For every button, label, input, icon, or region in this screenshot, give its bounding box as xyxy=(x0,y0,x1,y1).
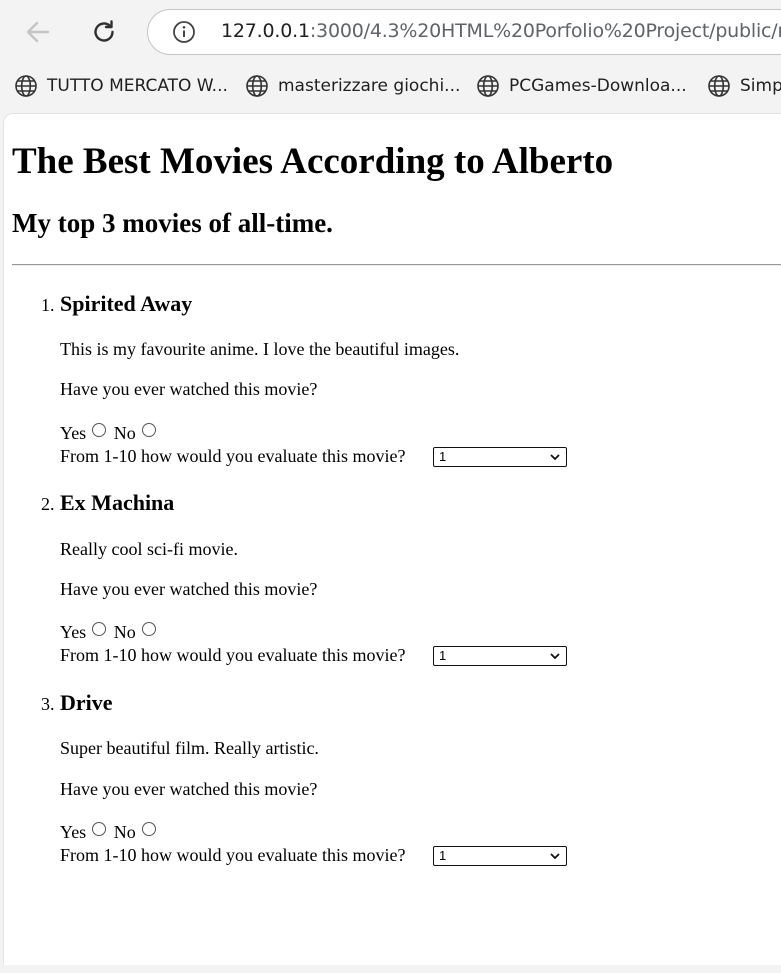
info-icon xyxy=(173,21,195,43)
watched-options: Yes No xyxy=(60,822,159,843)
rating-prompt: From 1-10 how would you evaluate this mo… xyxy=(60,845,406,865)
watched-options: Yes No xyxy=(60,622,159,643)
rating-prompt: From 1-10 how would you evaluate this mo… xyxy=(60,645,406,665)
watched-question: Have you ever watched this movie? xyxy=(60,779,318,799)
chevron-down-icon xyxy=(550,853,560,860)
bookmarks-bar: TUTTO MERCATO W... masterizzare giochi..… xyxy=(0,66,781,106)
rating-value: 1 xyxy=(439,648,447,663)
movie-title: Ex Machina xyxy=(60,490,175,515)
no-radio[interactable] xyxy=(141,622,156,636)
watched-question: Have you ever watched this movie? xyxy=(60,379,318,399)
url-host: 127.0.0.1 xyxy=(221,20,310,42)
watched-options: Yes No xyxy=(60,423,159,444)
back-button[interactable] xyxy=(20,14,56,50)
window-bottom-edge xyxy=(0,965,781,973)
page-subtitle: My top 3 movies of all-time. xyxy=(12,208,333,238)
page-title: The Best Movies According to Alberto xyxy=(12,141,614,182)
globe-icon xyxy=(15,75,37,97)
list-number: 3. xyxy=(41,694,55,714)
movie-title: Spirited Away xyxy=(60,291,193,316)
bookmark-label: TUTTO MERCATO W... xyxy=(47,76,228,96)
bookmark-item[interactable]: masterizzare giochi... xyxy=(245,74,460,98)
no-label: No xyxy=(113,822,136,842)
globe-icon xyxy=(708,75,730,97)
bookmark-item[interactable]: PCGames-Downloa... xyxy=(476,74,687,98)
bookmark-item[interactable]: TUTTO MERCATO W... xyxy=(14,74,228,98)
site-info-button[interactable] xyxy=(172,20,196,44)
yes-label: Yes xyxy=(60,822,87,842)
chevron-down-icon xyxy=(550,653,560,660)
rating-select[interactable]: 1 xyxy=(433,846,567,866)
no-radio[interactable] xyxy=(141,822,156,836)
watched-question: Have you ever watched this movie? xyxy=(60,579,318,599)
bookmark-label: Simp xyxy=(740,76,781,96)
arrow-left-icon xyxy=(26,21,50,43)
url-text: 127.0.0.1:3000/4.3%20HTML%20Porfolio%20P… xyxy=(221,20,781,42)
yes-radio[interactable] xyxy=(92,622,107,636)
yes-label: Yes xyxy=(60,622,87,642)
movie-title: Drive xyxy=(60,690,113,715)
no-label: No xyxy=(113,622,136,642)
reload-button[interactable] xyxy=(86,14,122,50)
reload-icon xyxy=(94,20,114,42)
rating-prompt: From 1-10 how would you evaluate this mo… xyxy=(60,446,406,466)
bookmark-label: masterizzare giochi... xyxy=(278,76,461,96)
yes-radio[interactable] xyxy=(92,822,107,836)
yes-label: Yes xyxy=(60,423,87,443)
rating-select[interactable]: 1 xyxy=(433,646,567,666)
no-label: No xyxy=(113,423,136,443)
rating-value: 1 xyxy=(439,449,447,464)
browser-toolbar: 127.0.0.1:3000/4.3%20HTML%20Porfolio%20P… xyxy=(0,0,781,66)
page-viewport: The Best Movies According to Alberto My … xyxy=(3,113,781,965)
movie-description: Really cool sci-fi movie. xyxy=(60,539,238,559)
rating-value: 1 xyxy=(439,848,447,863)
list-number: 1. xyxy=(41,295,55,315)
globe-icon xyxy=(477,75,499,97)
address-bar[interactable]: 127.0.0.1:3000/4.3%20HTML%20Porfolio%20P… xyxy=(147,9,781,55)
rating-select[interactable]: 1 xyxy=(433,447,567,467)
movie-description: Super beautiful film. Really artistic. xyxy=(60,738,319,758)
chevron-down-icon xyxy=(550,454,560,461)
movie-description: This is my favourite anime. I love the b… xyxy=(60,339,460,359)
list-number: 2. xyxy=(41,494,55,514)
globe-icon xyxy=(246,75,268,97)
url-path: :3000/4.3%20HTML%20Porfolio%20Project/pu… xyxy=(309,20,781,42)
no-radio[interactable] xyxy=(141,423,156,437)
bookmark-label: PCGames-Downloa... xyxy=(509,76,687,96)
yes-radio[interactable] xyxy=(92,423,107,437)
bookmark-item[interactable]: Simp xyxy=(707,74,781,98)
divider xyxy=(12,264,781,266)
